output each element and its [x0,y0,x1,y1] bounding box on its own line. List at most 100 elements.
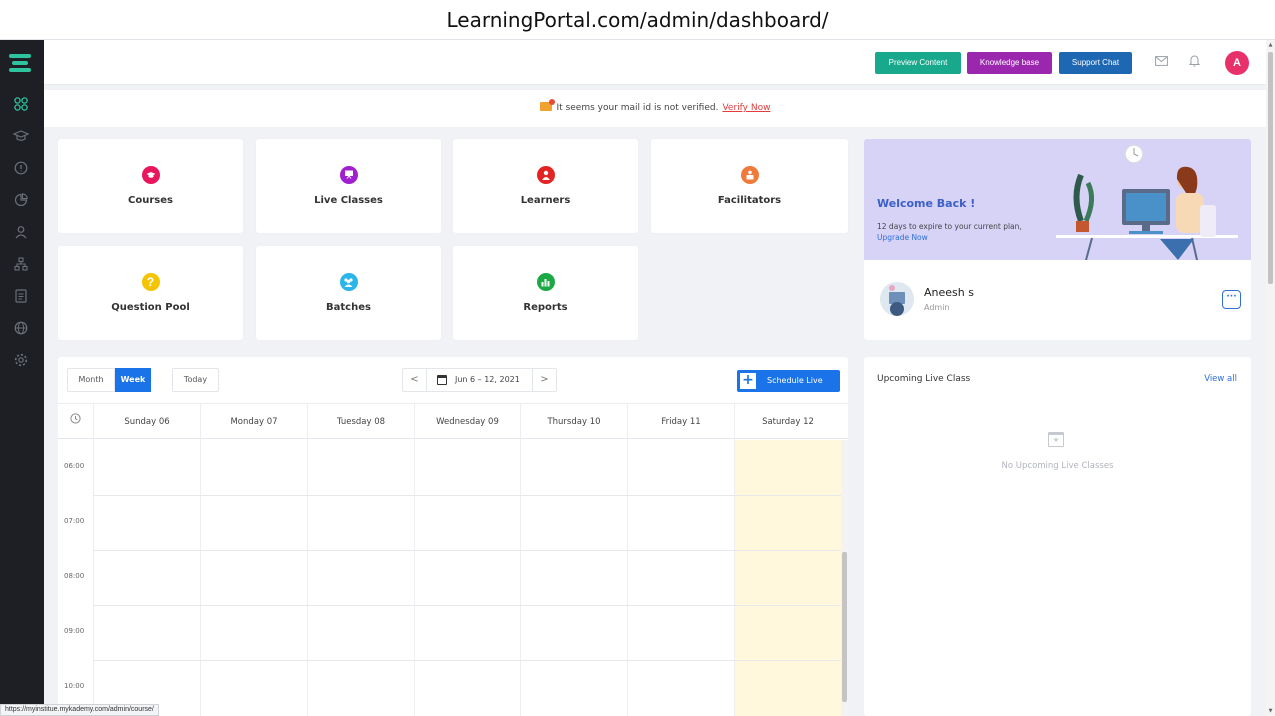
schedule-live-label: Schedule Live [767,376,823,385]
reports-icon[interactable] [11,190,31,210]
email-verification-notice: It seems your mail id is not verified. Ve… [44,90,1266,127]
tile-label: Facilitators [717,195,782,206]
day-header[interactable]: Thursday 10 [520,404,627,440]
date-range-navigator: < Jun 6 – 12, 2021 > [402,368,557,392]
notice-text: It seems your mail id is not verified. [556,103,719,113]
mail-icon[interactable] [1152,54,1170,72]
courses-tile-icon [141,166,160,184]
mail-alert-icon [539,99,555,111]
month-view-button[interactable]: Month [67,368,115,392]
live-classes-tile-icon [339,166,358,184]
question-pool-tile-icon: ? [141,273,160,291]
hour-divider [93,605,841,606]
learners-tile-icon [536,166,555,184]
verify-now-link[interactable]: Verify Now [722,103,770,113]
user-avatar[interactable]: A [1225,51,1249,75]
no-upcoming-text: No Upcoming Live Classes [1001,461,1114,471]
calendar-icon [437,375,447,385]
plan-expiry-text: 12 days to expire to your current plan, … [877,222,1022,242]
tile-label: Courses [128,195,173,206]
empty-calendar-icon: ★ [1048,432,1064,447]
logo-icon[interactable] [9,54,31,72]
learners-icon[interactable] [11,222,31,242]
calendar-scrollbar[interactable] [841,440,848,716]
previous-week-button[interactable]: < [403,369,427,391]
tile-learners[interactable]: Learners [453,139,638,233]
hour-divider [93,495,841,496]
url-bar[interactable]: LearningPortal.com/admin/dashboard/ [0,0,1275,40]
week-grid-body: 06:00 07:00 08:00 09:00 10:00 [58,440,848,716]
facilitators-tile-icon [740,166,759,184]
page-scrollbar[interactable]: ▲ ▼ [1266,40,1275,716]
question-icon[interactable] [11,158,31,178]
time-label: 08:00 [64,572,85,580]
settings-icon[interactable] [11,350,31,370]
day-column[interactable] [414,440,520,716]
document-icon[interactable] [11,286,31,306]
tile-label: Learners [520,195,571,206]
upcoming-live-class-panel: Upcoming Live Class View all ★ No Upcomi… [864,357,1251,716]
dashboard-icon[interactable] [11,94,31,114]
calendar-scrollbar-thumb[interactable] [842,552,847,702]
globe-icon[interactable] [11,318,31,338]
week-view-button[interactable]: Week [115,368,151,392]
tile-question-pool[interactable]: ? Question Pool [58,246,243,340]
upcoming-title: Upcoming Live Class [877,374,971,384]
day-column[interactable] [93,440,200,716]
time-label: 10:00 [64,682,85,690]
knowledge-base-button[interactable]: Knowledge base [967,52,1052,74]
scroll-up-arrow[interactable]: ▲ [1267,42,1274,48]
tile-live-classes[interactable]: Live Classes [256,139,441,233]
profile-card: Aneesh s Admin ··· [864,260,1251,340]
time-label: 06:00 [64,462,85,470]
profile-avatar[interactable] [880,282,914,316]
tile-batches[interactable]: Batches [256,246,441,340]
plus-icon: + [740,373,756,389]
batches-tile-icon [339,273,358,291]
time-label: 07:00 [64,517,85,525]
day-header[interactable]: Sunday 06 [93,404,200,440]
day-header[interactable]: Monday 07 [200,404,307,440]
date-range-label: Jun 6 – 12, 2021 [455,375,520,384]
tile-reports[interactable]: Reports [453,246,638,340]
day-header[interactable]: Friday 11 [627,404,734,440]
upgrade-now-link[interactable]: Upgrade Now [877,233,928,242]
today-button[interactable]: Today [172,368,219,392]
tile-courses[interactable]: Courses [58,139,243,233]
reports-tile-icon [536,273,555,291]
next-week-button[interactable]: > [532,369,556,391]
page-scrollbar-thumb[interactable] [1268,52,1273,284]
day-column[interactable] [520,440,627,716]
day-header[interactable]: Wednesday 09 [414,404,520,440]
day-header[interactable]: Saturday 12 [734,404,841,440]
bell-icon[interactable] [1185,54,1203,72]
preview-content-button[interactable]: Preview Content [875,52,961,74]
tile-label: Batches [326,302,371,313]
tile-label: Live Classes [314,195,383,206]
hour-divider [93,660,841,661]
network-icon[interactable] [11,254,31,274]
day-column[interactable] [200,440,307,716]
welcome-title: Welcome Back ! [877,197,976,210]
week-grid-header: Sunday 06 Monday 07 Tuesday 08 Wednesday… [58,403,848,440]
sidebar [0,40,44,716]
status-bar-url: https://myinstitue.mykademy.com/admin/co… [0,704,159,716]
tile-label: Question Pool [111,302,190,313]
more-options-button[interactable]: ··· [1222,290,1241,309]
top-bar: Preview Content Knowledge base Support C… [44,40,1266,85]
tile-label: Reports [523,302,568,313]
scroll-down-arrow[interactable]: ▼ [1267,708,1274,714]
time-label: 09:00 [64,627,85,635]
welcome-banner: Welcome Back ! 12 days to expire to your… [864,139,1251,260]
clock-icon [58,404,93,440]
courses-icon[interactable] [11,126,31,146]
day-column[interactable] [307,440,414,716]
hour-divider [93,550,841,551]
view-all-link[interactable]: View all [1204,374,1237,384]
support-chat-button[interactable]: Support Chat [1059,52,1132,74]
tile-facilitators[interactable]: Facilitators [651,139,848,233]
day-column-today[interactable] [734,440,841,716]
day-column[interactable] [627,440,734,716]
day-header[interactable]: Tuesday 08 [307,404,414,440]
schedule-live-button[interactable]: + Schedule Live [737,370,840,392]
